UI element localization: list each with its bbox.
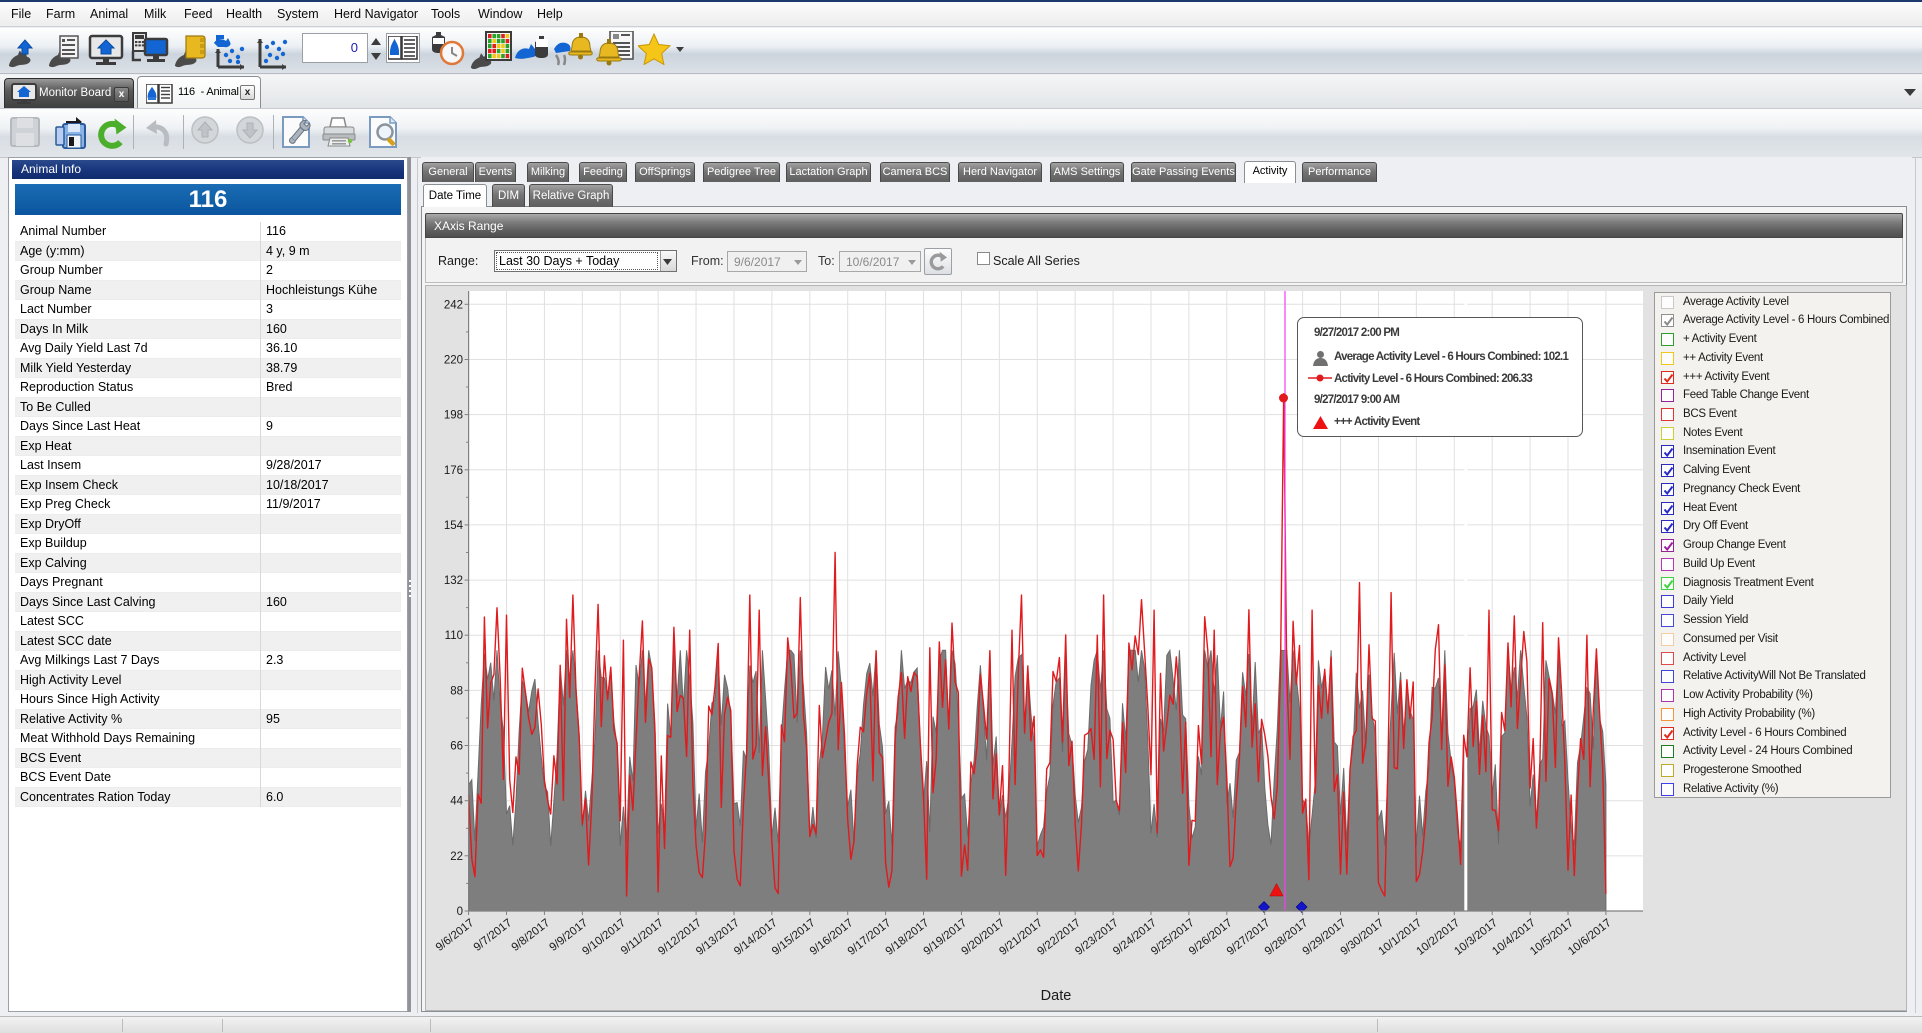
svg-text:0: 0 xyxy=(457,906,463,918)
svg-text:88: 88 xyxy=(450,685,463,697)
svg-text:Date: Date xyxy=(1041,988,1072,1004)
svg-text:176: 176 xyxy=(444,465,463,477)
svg-text:220: 220 xyxy=(444,355,463,367)
svg-text:242: 242 xyxy=(444,299,463,311)
svg-text:154: 154 xyxy=(444,520,464,532)
svg-text:9/8/2017: 9/8/2017 xyxy=(510,917,553,954)
svg-text:9/7/2017: 9/7/2017 xyxy=(472,917,515,954)
svg-text:9/6/2017: 9/6/2017 xyxy=(434,917,477,954)
svg-text:132: 132 xyxy=(444,575,463,587)
svg-text:44: 44 xyxy=(450,796,463,808)
svg-text:110: 110 xyxy=(445,630,463,642)
svg-text:198: 198 xyxy=(444,410,463,422)
svg-text:66: 66 xyxy=(450,741,463,753)
svg-text:22: 22 xyxy=(450,851,463,863)
